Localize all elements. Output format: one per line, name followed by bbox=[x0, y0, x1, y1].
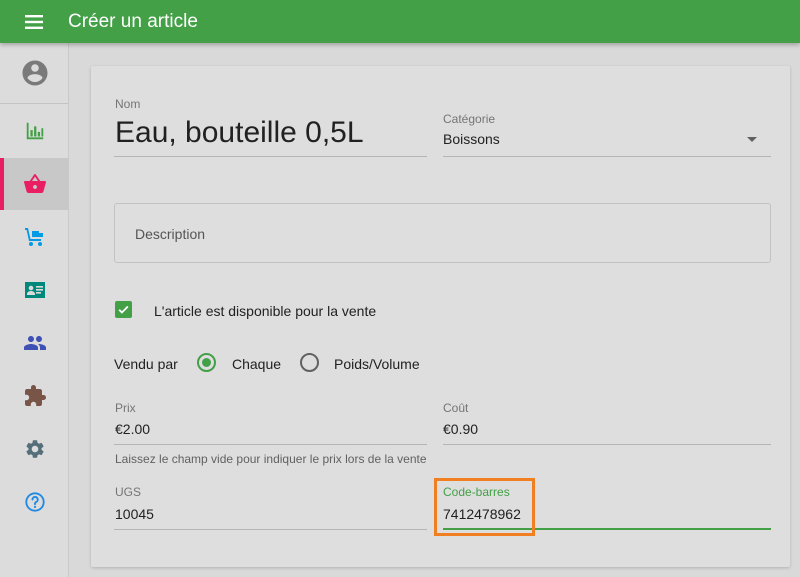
page-title: Créer un article bbox=[68, 10, 198, 32]
description-field[interactable]: Description bbox=[114, 203, 771, 263]
sku-input[interactable]: 10045 bbox=[115, 506, 154, 522]
name-underline bbox=[114, 156, 427, 157]
sidebar-item-help[interactable] bbox=[0, 476, 69, 528]
cost-input[interactable]: €0.90 bbox=[443, 421, 478, 437]
barcode-highlight-box bbox=[434, 478, 535, 536]
category-underline bbox=[443, 156, 771, 157]
app-bar: Créer un article bbox=[0, 0, 800, 43]
sidebar-item-employees[interactable] bbox=[0, 317, 69, 369]
cost-underline bbox=[443, 444, 771, 445]
price-hint: Laissez le champ vide pour indiquer le p… bbox=[115, 452, 427, 466]
people-icon bbox=[23, 336, 46, 350]
sidebar-item-inventory[interactable] bbox=[0, 211, 69, 263]
hand-truck-icon bbox=[24, 228, 43, 246]
sold-by-label: Vendu par bbox=[114, 356, 178, 372]
name-input[interactable]: Eau, bouteille 0,5L bbox=[115, 116, 364, 150]
category-select[interactable]: Boissons bbox=[443, 131, 500, 147]
sidebar-divider bbox=[0, 103, 69, 104]
sku-label: UGS bbox=[115, 485, 142, 499]
radio-weight-volume[interactable] bbox=[300, 353, 319, 372]
sidebar bbox=[0, 43, 69, 577]
radio-each[interactable] bbox=[197, 353, 216, 372]
hamburger-menu-icon[interactable] bbox=[21, 9, 47, 35]
description-placeholder: Description bbox=[135, 226, 206, 242]
bar-chart-icon bbox=[26, 122, 43, 140]
sku-underline bbox=[114, 529, 427, 530]
radio-each-label: Chaque bbox=[232, 356, 282, 372]
contact-card-icon bbox=[24, 282, 45, 298]
sidebar-item-customers[interactable] bbox=[0, 264, 69, 316]
sidebar-item-account[interactable] bbox=[0, 47, 69, 99]
checkmark-icon bbox=[118, 305, 129, 314]
price-label: Prix bbox=[115, 401, 136, 415]
sidebar-item-reports[interactable] bbox=[0, 105, 69, 157]
available-checkbox[interactable] bbox=[115, 301, 132, 318]
gear-icon bbox=[25, 440, 44, 458]
sidebar-item-settings[interactable] bbox=[0, 423, 69, 475]
price-underline bbox=[114, 444, 427, 445]
sidebar-item-apps[interactable] bbox=[0, 370, 69, 422]
name-label: Nom bbox=[115, 97, 141, 111]
item-form-card: Nom Eau, bouteille 0,5L Catégorie Boisso… bbox=[91, 66, 790, 567]
cost-label: Coût bbox=[443, 401, 469, 415]
price-input[interactable]: €2.00 bbox=[115, 421, 150, 437]
chevron-down-icon[interactable] bbox=[747, 137, 757, 142]
radio-weight-volume-label: Poids/Volume bbox=[334, 356, 420, 372]
account-circle-icon bbox=[22, 60, 47, 86]
help-circle-icon bbox=[24, 492, 45, 512]
puzzle-piece-icon bbox=[24, 385, 46, 406]
sidebar-item-items[interactable] bbox=[0, 158, 69, 210]
shopping-basket-icon bbox=[23, 173, 46, 193]
available-label: L'article est disponible pour la vente bbox=[154, 303, 377, 319]
category-label: Catégorie bbox=[443, 112, 496, 126]
